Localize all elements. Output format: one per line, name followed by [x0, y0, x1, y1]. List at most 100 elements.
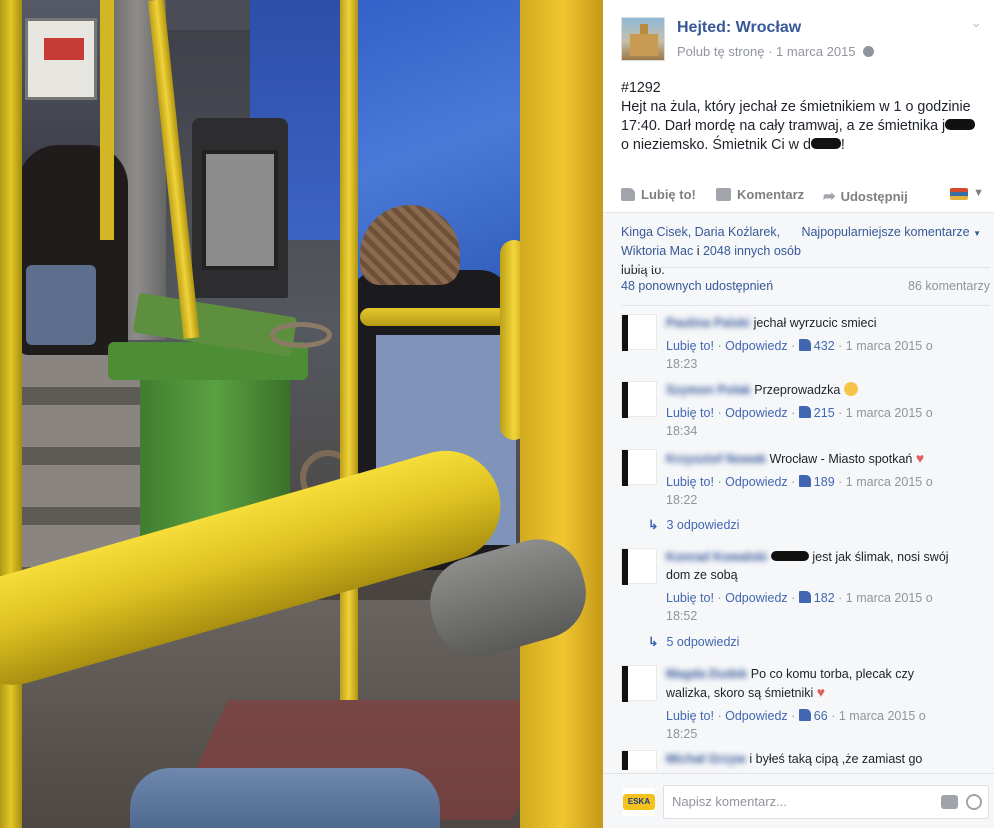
comment-time[interactable]: 1 marca 2015 o: [846, 475, 933, 489]
share-label: Udostępnij: [840, 188, 908, 204]
comment-text: Wrocław - Miasto spotkań: [769, 452, 913, 466]
commenter-avatar[interactable]: [621, 314, 657, 351]
comment-like-link[interactable]: Lubię to!: [666, 591, 714, 605]
dot: ·: [717, 591, 722, 605]
comment-like-link[interactable]: Lubię to!: [666, 339, 714, 353]
share-button[interactable]: ➦ Udostępnij: [823, 187, 908, 205]
comment-sort-dropdown[interactable]: Najpopularniejsze komentarze ▼: [801, 223, 981, 243]
shares-count-link[interactable]: 48 ponownych udostępnień: [621, 279, 773, 293]
like-button[interactable]: Lubię to!: [621, 187, 696, 202]
passenger-jeans: [26, 265, 96, 345]
camera-icon[interactable]: [941, 795, 958, 809]
avatar-censor: [622, 549, 628, 585]
likers-suffix: lubią to.: [621, 263, 665, 277]
dot: ·: [717, 475, 722, 489]
comment-text: dom ze sobą: [666, 568, 738, 582]
commenter-avatar[interactable]: [621, 381, 657, 418]
comment-time[interactable]: 1 marca 2015 o: [846, 591, 933, 605]
view-replies-link[interactable]: ↳ 5 odpowiedzi: [648, 634, 739, 649]
post-sidebar: Hejted: Wrocław Polub tę stronę · 1 marc…: [603, 0, 994, 828]
replies-count: 5 odpowiedzi: [666, 635, 740, 649]
dot: ·: [831, 709, 836, 723]
like-count-icon: [798, 406, 811, 418]
commenter-avatar[interactable]: [621, 665, 657, 702]
like-count-icon: [798, 591, 811, 603]
comments-count[interactable]: 86 komentarzy: [908, 279, 990, 293]
yellow-pole: [100, 0, 114, 240]
comment-author[interactable]: Konrad Kowalski: [666, 548, 767, 566]
comment-time[interactable]: 1 marca 2015 o: [846, 406, 933, 420]
comment-body: Michał Grzyw i byłeś taką cipą ,że zamia…: [666, 750, 966, 768]
stats-row: 48 ponownych udostępnień 86 komentarzy: [621, 279, 990, 293]
likers-others-link[interactable]: 2048 innych osób: [703, 244, 801, 258]
viewer-avatar[interactable]: [950, 188, 968, 200]
comment-reply-link[interactable]: Odpowiedz: [725, 475, 788, 489]
comment-author[interactable]: Magda Dudek: [666, 665, 747, 683]
comment-time[interactable]: 18:22: [666, 493, 697, 507]
post-body-part: !: [840, 137, 845, 153]
dot: ·: [791, 591, 796, 605]
comment-like-count[interactable]: 189: [814, 475, 835, 489]
comment-like-link[interactable]: Lubię to!: [666, 406, 714, 420]
comment-time[interactable]: 18:34: [666, 424, 697, 438]
like-count-icon: [798, 475, 811, 487]
comment-like-count[interactable]: 66: [814, 709, 828, 723]
comment-author[interactable]: Paulina Palski: [666, 314, 750, 332]
comment-reply-link[interactable]: Odpowiedz: [725, 339, 788, 353]
caret-down-icon[interactable]: ▼: [973, 187, 984, 199]
dot: ·: [717, 709, 722, 723]
viewer-avatar[interactable]: ESKA: [623, 788, 655, 816]
commenter-avatar[interactable]: [621, 449, 657, 486]
comment-time[interactable]: 1 marca 2015 o: [846, 339, 933, 353]
comment-like-link[interactable]: Lubię to!: [666, 709, 714, 723]
chevron-down-icon[interactable]: ⌄: [970, 14, 982, 31]
comment-input[interactable]: [672, 794, 922, 809]
comment-time[interactable]: 18:23: [666, 357, 697, 371]
comment-composer: ESKA: [603, 773, 994, 828]
comment-time[interactable]: 18:52: [666, 609, 697, 623]
comment-like-count[interactable]: 432: [814, 339, 835, 353]
comment-time[interactable]: 1 marca 2015 o: [839, 709, 926, 723]
seat-back-panel: [202, 150, 278, 270]
comment-input-box[interactable]: [663, 785, 989, 819]
page-name-link[interactable]: Hejted: Wrocław: [677, 19, 801, 37]
comment-item: Michał Grzyw i byłeś taką cipą ,że zamia…: [621, 750, 990, 770]
meta-separator: ·: [768, 44, 773, 59]
emoji-icon: [843, 382, 858, 396]
like-page-link[interactable]: Polub tę stronę: [677, 44, 764, 59]
post-photo[interactable]: [0, 0, 603, 828]
comment-reply-link[interactable]: Odpowiedz: [725, 591, 788, 605]
yellow-handrail: [360, 308, 510, 326]
comment-button[interactable]: Komentarz: [716, 187, 804, 202]
comment-bubble-icon: [716, 188, 731, 201]
commenter-avatar[interactable]: [621, 750, 657, 770]
comment-like-link[interactable]: Lubię to!: [666, 475, 714, 489]
comment-like-count[interactable]: 215: [814, 406, 835, 420]
comment-body: Krzysztof Nowak Wrocław - Miasto spotkań…: [666, 449, 966, 509]
comment-author[interactable]: Szymon Polak: [666, 381, 751, 399]
comment-text: jest jak ślimak, nosi swój: [812, 550, 949, 564]
share-arrow-icon: ➦: [823, 188, 836, 205]
comment-actions: Lubię to! · Odpowiedz · 189 · 1 marca 20…: [666, 473, 966, 509]
post-date[interactable]: 1 marca 2015: [776, 44, 856, 59]
comment-time[interactable]: 18:25: [666, 727, 697, 741]
advertisement-red-sign: [44, 38, 84, 60]
commenter-avatar[interactable]: [621, 548, 657, 585]
comment-like-count[interactable]: 182: [814, 591, 835, 605]
emoji-icon[interactable]: [966, 794, 982, 810]
dot: ·: [717, 339, 722, 353]
comment-reply-link[interactable]: Odpowiedz: [725, 709, 788, 723]
avatar-censor: [622, 382, 628, 418]
page-avatar[interactable]: [621, 17, 665, 61]
avatar-censor: [622, 666, 628, 702]
comment-body: Magda Dudek Po co komu torba, plecak czy…: [666, 665, 966, 743]
likers-and: i: [693, 244, 703, 258]
comment-author[interactable]: Michał Grzyw: [666, 750, 746, 768]
dot: ·: [791, 339, 796, 353]
comment-author[interactable]: Krzysztof Nowak: [666, 450, 766, 468]
view-replies-link[interactable]: ↳ 3 odpowiedzi: [648, 517, 739, 532]
post-number: #1292: [621, 80, 661, 96]
heart-icon: ♥: [915, 450, 925, 466]
comment-reply-link[interactable]: Odpowiedz: [725, 406, 788, 420]
post-body-part: Hejt na żula, który jechał ze śmietnikie…: [621, 99, 971, 134]
